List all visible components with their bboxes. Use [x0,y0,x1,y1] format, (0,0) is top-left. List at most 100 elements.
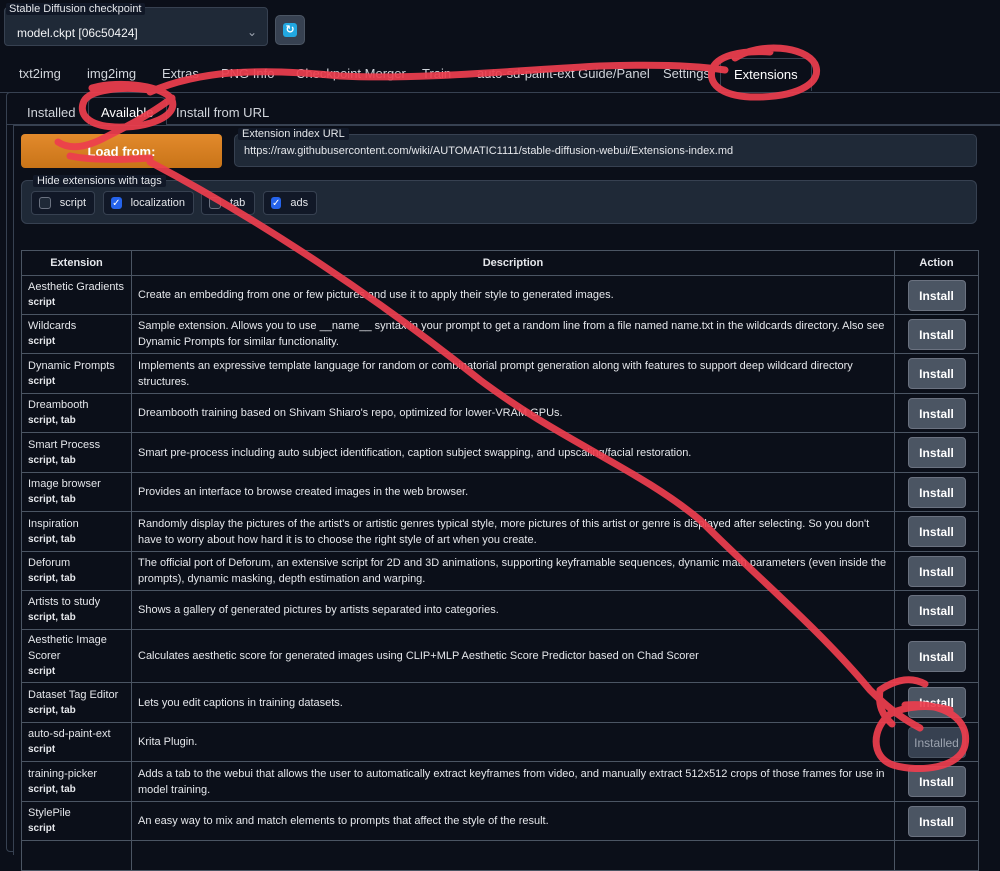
install-button[interactable]: Install [907,594,966,626]
extension-name[interactable]: StylePile [28,805,125,821]
extension-cell [21,840,132,871]
extension-name[interactable]: training-picker [28,766,125,782]
extension-name[interactable]: Smart Process [28,437,125,453]
tab-img2img[interactable]: img2img [87,66,136,81]
checkmark-icon: ✓ [271,197,282,209]
description-cell: Randomly display the pictures of the art… [131,511,895,552]
checkbox-localization[interactable]: ✓ localization [103,191,194,215]
action-cell: Installed [894,722,979,762]
action-cell: Install [894,275,979,315]
checkbox-label: localization [130,197,185,209]
extension-cell: Aesthetic Image Scorer script [21,629,132,683]
checkbox-ads[interactable]: ✓ ads [263,191,317,215]
subtab-available[interactable]: Available [88,97,167,125]
extension-name[interactable]: Image browser [28,476,125,492]
extension-cell: training-picker script, tab [21,761,132,802]
description-cell: Provides an interface to browse created … [131,472,895,512]
description-cell: Calculates aesthetic score for generated… [131,629,895,683]
checkpoint-value: model.ckpt [06c50424] [17,26,138,40]
tab-extensions[interactable]: Extensions [720,58,812,91]
action-cell: Install [894,590,979,630]
table-row: Dynamic Prompts script Implements an expre… [21,353,979,394]
tab-png-info[interactable]: PNG Info [221,66,274,81]
extension-name[interactable]: Inspiration [28,516,125,532]
table-row: Deforum script, tab The official port of D… [21,551,979,591]
table-row: Smart Process script, tab Smart pre-proces… [21,432,979,473]
extensions-table: Extension Description Action Aesthetic G… [21,250,979,871]
extension-cell: Wildcards script [21,314,132,354]
checkbox-box [209,197,221,209]
subtab-installed[interactable]: Installed [27,105,75,120]
installed-button[interactable]: Installed [907,726,966,758]
extension-name[interactable]: Artists to study [28,594,125,610]
description-cell: The official port of Deforum, an extensi… [131,551,895,591]
checkbox-box [39,197,51,209]
checkbox-script[interactable]: script [31,191,95,215]
tab-checkpoint-merger[interactable]: Checkpoint Merger [296,66,406,81]
tab-train[interactable]: Train [422,66,451,81]
checkbox-label: ads [290,197,309,209]
load-from-button[interactable]: Load from: [21,134,222,168]
tab-settings[interactable]: Settings [663,66,710,81]
extension-index-url-label: Extension index URL [238,128,349,140]
action-cell: Install [894,393,979,433]
action-cell: Install [894,432,979,473]
checkbox-tab[interactable]: tab [201,191,255,215]
extension-tags: script, tab [28,494,76,505]
install-button[interactable]: Install [907,805,966,837]
extension-tags: script, tab [28,612,76,623]
action-cell: Install [894,551,979,591]
table-row: Image browser script, tab Provides an inte… [21,472,979,512]
extension-name[interactable]: Dynamic Prompts [28,358,125,374]
install-button[interactable]: Install [907,397,966,429]
description-cell: Smart pre-process including auto subject… [131,432,895,473]
description-cell: Implements an expressive template langua… [131,353,895,394]
description-cell: Adds a tab to the webui that allows the … [131,761,895,802]
extension-cell: Smart Process script, tab [21,432,132,473]
extension-cell: Dataset Tag Editor script, tab [21,682,132,723]
extension-cell: Dreambooth script, tab [21,393,132,433]
description-cell: An easy way to mix and match elements to… [131,801,895,841]
extension-tags: script, tab [28,704,76,716]
subtab-install-from-url[interactable]: Install from URL [176,105,269,120]
description-cell: Krita Plugin. [131,722,895,762]
install-button[interactable]: Install [907,318,966,350]
checkmark-icon: ✓ [111,197,122,209]
tab-txt2img[interactable]: txt2img [19,66,61,81]
install-button[interactable]: Install [907,279,966,311]
install-button[interactable]: Install [907,516,966,547]
refresh-button[interactable]: ↻ [275,15,305,45]
action-cell: Install [894,801,979,841]
action-cell: Install [894,761,979,802]
extension-cell: Image browser script, tab [21,472,132,512]
install-button[interactable]: Install [907,766,966,797]
extension-tags: script, tab [28,415,76,426]
install-button[interactable]: Install [907,476,966,508]
extension-name[interactable]: Deforum [28,555,125,571]
extension-name[interactable]: Dreambooth [28,397,125,413]
extension-tags: script [28,666,56,677]
install-button[interactable]: Install [907,555,966,587]
table-row: StylePile script An easy way to mix and ma… [21,801,979,841]
tab-auto-sd-paint-ext[interactable]: auto-sd-paint-ext Guide/Panel [477,66,650,81]
extension-tags: script [28,297,56,308]
checkpoint-label: Stable Diffusion checkpoint [6,3,145,15]
hide-tags-label: Hide extensions with tags [33,175,166,187]
install-button[interactable]: Install [907,640,966,672]
chevron-down-icon: ⌄ [246,25,257,39]
install-button[interactable]: Install [907,687,966,718]
header-description: Description [131,250,895,276]
action-cell: Install [894,472,979,512]
extension-name[interactable]: Aesthetic Image Scorer [28,632,125,664]
table-row [21,840,979,871]
install-button[interactable]: Install [907,437,966,468]
tab-extras[interactable]: Extras [162,66,199,81]
extension-cell: Deforum script, tab [21,551,132,591]
extension-name[interactable]: Wildcards [28,318,125,334]
description-cell: Sample extension. Allows you to use __na… [131,314,895,354]
table-row: Inspiration script, tab Randomly display t… [21,511,979,552]
install-button[interactable]: Install [907,358,966,389]
extension-name[interactable]: auto-sd-paint-ext [28,726,125,742]
extension-name[interactable]: Dataset Tag Editor [28,687,125,703]
extension-name[interactable]: Aesthetic Gradients [28,279,125,295]
